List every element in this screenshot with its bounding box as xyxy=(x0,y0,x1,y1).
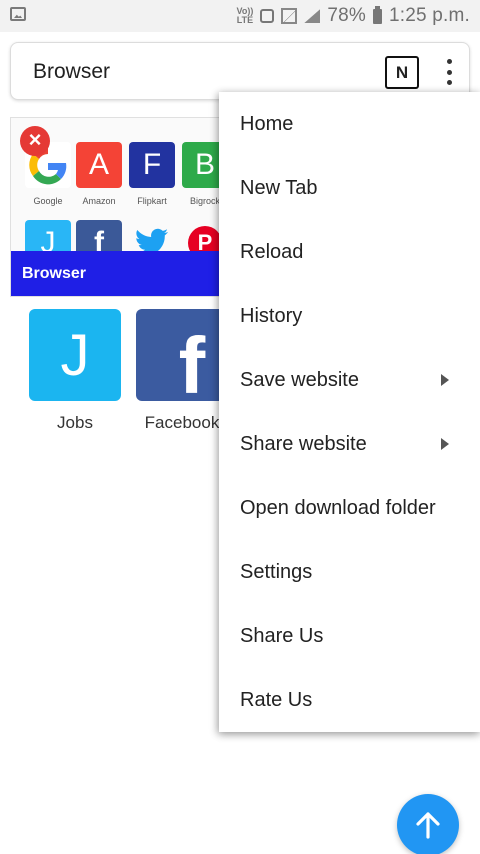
status-icons: Vo)) LTE 78% 1:25 p.m. xyxy=(237,5,470,27)
submenu-arrow-icon xyxy=(441,438,449,450)
n-button[interactable]: N xyxy=(385,56,419,89)
address-bar-title[interactable]: Browser xyxy=(33,60,110,84)
menu-item-home[interactable]: Home xyxy=(219,92,480,156)
submenu-arrow-icon xyxy=(441,374,449,386)
kebab-dot xyxy=(446,59,452,64)
overflow-menu: Home New Tab Reload History Save website… xyxy=(219,92,480,732)
jobs-label[interactable]: Jobs xyxy=(15,413,135,433)
jobs-tile[interactable]: J xyxy=(29,309,121,401)
signal-icon xyxy=(304,9,321,23)
kebab-dot xyxy=(446,69,452,75)
facebook-tile[interactable]: f xyxy=(136,309,228,401)
menu-item-reload[interactable]: Reload xyxy=(219,220,480,284)
clock: 1:25 p.m. xyxy=(388,5,470,26)
scroll-to-top-button[interactable] xyxy=(397,794,459,854)
tab-preview-title-bar: Browser xyxy=(11,251,249,296)
volte-icon: Vo)) LTE xyxy=(236,6,254,25)
flipkart-tile: F xyxy=(129,142,175,188)
amazon-tile: A xyxy=(76,142,122,188)
menu-item-new-tab[interactable]: New Tab xyxy=(219,156,480,220)
flipkart-label: Flipkart xyxy=(137,196,167,206)
arrow-up-icon xyxy=(416,812,440,839)
no-sim-icon xyxy=(281,8,298,24)
menu-item-open-download-folder[interactable]: Open download folder xyxy=(219,476,480,540)
overflow-menu-icon[interactable] xyxy=(439,55,459,89)
battery-percent: 78% xyxy=(327,5,366,26)
menu-item-history[interactable]: History xyxy=(219,284,480,348)
notification-icon xyxy=(260,9,275,23)
menu-item-share-us[interactable]: Share Us xyxy=(219,604,480,668)
menu-item-save-website[interactable]: Save website xyxy=(219,348,480,412)
menu-item-rate-us[interactable]: Rate Us xyxy=(219,668,480,732)
amazon-label: Amazon xyxy=(82,196,116,206)
close-tab-icon[interactable]: × xyxy=(20,126,50,156)
battery-icon xyxy=(372,5,382,24)
tab-preview-title: Browser xyxy=(22,265,87,282)
menu-item-share-website[interactable]: Share website xyxy=(219,412,480,476)
gallery-notification-icon xyxy=(10,7,26,21)
kebab-dot xyxy=(446,80,452,85)
status-bar: Vo)) LTE 78% 1:25 p.m. xyxy=(0,0,480,32)
menu-item-settings[interactable]: Settings xyxy=(219,540,480,604)
